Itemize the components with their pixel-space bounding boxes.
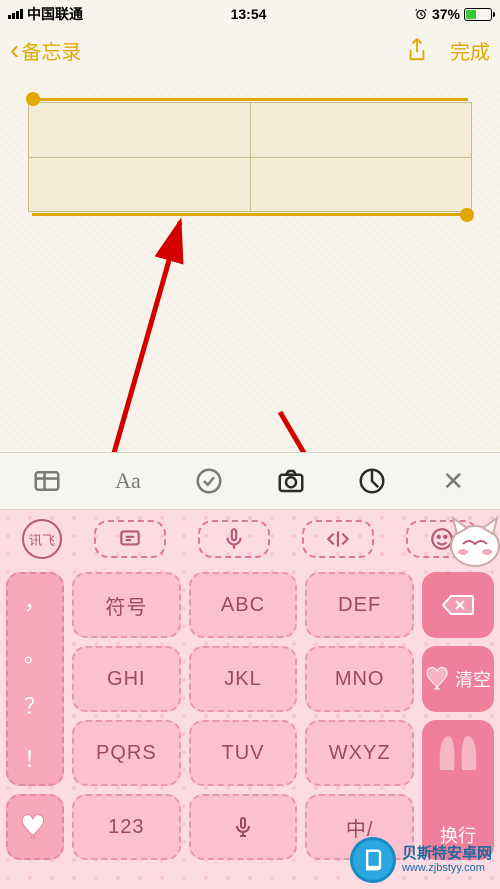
note-table[interactable] (28, 102, 472, 212)
key-symbols[interactable]: 符号 (72, 572, 181, 638)
watermark-icon (350, 837, 396, 883)
messages-button[interactable] (94, 520, 166, 558)
key-def[interactable]: DEF (305, 572, 414, 638)
battery-percent: 37% (432, 6, 460, 22)
punct-key[interactable]: ！ (24, 742, 46, 774)
key-ghi[interactable]: GHI (72, 646, 181, 712)
key-abc[interactable]: ABC (189, 572, 298, 638)
share-icon[interactable] (406, 37, 428, 63)
clear-label: 清空 (455, 666, 491, 692)
selection-handle-end[interactable] (460, 208, 474, 222)
clock: 13:54 (231, 6, 267, 22)
format-toolbar: Aa ✕ (0, 452, 500, 510)
key-jkl[interactable]: JKL (189, 646, 298, 712)
markup-button[interactable] (345, 461, 399, 501)
keyboard-toolbar: 讯飞 (0, 510, 500, 568)
key-mno[interactable]: MNO (305, 646, 414, 712)
chevron-left-icon: ‹ (10, 36, 19, 64)
back-button[interactable]: ‹ 备忘录 (10, 36, 81, 65)
alarm-icon (414, 7, 428, 21)
note-editor[interactable] (0, 72, 500, 452)
carrier-label: 中国联通 (27, 4, 83, 24)
nav-bar: ‹ 备忘录 完成 (0, 28, 500, 72)
globe-key[interactable] (6, 794, 64, 860)
punct-column[interactable]: ， 。 ？ ！ (6, 572, 64, 786)
punct-key[interactable]: ， (24, 584, 46, 616)
key-wxyz[interactable]: WXYZ (305, 720, 414, 786)
punct-key[interactable]: 。 (24, 637, 46, 669)
watermark-name: 贝斯特安卓网 (402, 846, 492, 863)
mascot-icon (444, 512, 500, 568)
ime-logo-label: 讯飞 (29, 530, 55, 549)
text-style-button[interactable]: Aa (101, 461, 155, 501)
code-button[interactable] (302, 520, 374, 558)
punct-key[interactable]: ？ (24, 689, 46, 721)
key-123[interactable]: 123 (72, 794, 181, 860)
key-tuv[interactable]: TUV (189, 720, 298, 786)
clear-key[interactable]: 清空 (422, 646, 494, 712)
signal-icon (8, 9, 23, 19)
done-button[interactable]: 完成 (450, 36, 490, 65)
battery-icon (464, 8, 492, 21)
back-label: 备忘录 (21, 36, 81, 65)
checklist-button[interactable] (182, 461, 236, 501)
watermark-url: www.zjbstyy.com (402, 862, 492, 874)
ime-logo-button[interactable]: 讯飞 (22, 519, 62, 559)
table-button[interactable] (20, 461, 74, 501)
key-mic[interactable] (189, 794, 298, 860)
status-bar: 中国联通 13:54 37% (0, 0, 500, 28)
selection-handle-start[interactable] (26, 92, 40, 106)
keyboard: 讯飞 ， 。 ？ ！ 符号 ABC DEF GHI JKL MNO 清空 PQR… (0, 510, 500, 889)
voice-button[interactable] (198, 520, 270, 558)
backspace-key[interactable] (422, 572, 494, 638)
watermark: 贝斯特安卓网 www.zjbstyy.com (346, 835, 496, 885)
selected-table[interactable] (28, 102, 472, 212)
key-pqrs[interactable]: PQRS (72, 720, 181, 786)
camera-button[interactable] (264, 461, 318, 501)
close-toolbar-button[interactable]: ✕ (426, 461, 480, 501)
